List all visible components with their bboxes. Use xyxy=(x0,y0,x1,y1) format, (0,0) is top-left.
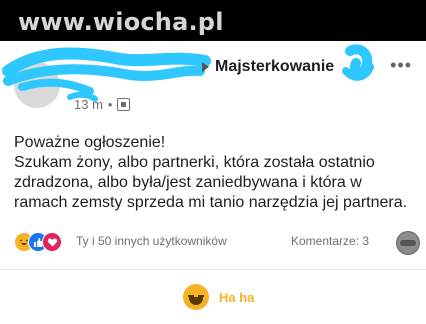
arrow-right-icon xyxy=(202,62,209,72)
haha-icon xyxy=(183,284,209,310)
commenter-avatar[interactable] xyxy=(396,231,420,255)
post-text-line: Szukam żony, albo partnerki, która zosta… xyxy=(14,154,375,171)
post-card: Majsterkowanie ••• 13 m • Poważne ogłosz… xyxy=(0,41,426,324)
reactions-summary-link[interactable]: Ty i 50 innych użytkowników xyxy=(76,234,227,248)
site-watermark: www.wiocha.pl xyxy=(18,8,224,36)
haha-label: Ha ha xyxy=(219,289,255,305)
redaction-scribble xyxy=(2,44,374,102)
meta-separator: • xyxy=(107,97,113,112)
haha-mouth xyxy=(189,297,203,305)
privacy-icon xyxy=(117,98,131,111)
haha-reaction-button[interactable]: Ha ha xyxy=(183,284,254,310)
more-options-button[interactable]: ••• xyxy=(390,55,412,76)
love-icon[interactable] xyxy=(42,232,62,252)
group-name-link[interactable]: Majsterkowanie xyxy=(215,58,334,76)
post-text-line: zdradzona, albo była/jest zaniedbywana i… xyxy=(14,174,362,191)
reactions-bar: Ty i 50 innych użytkowników Komentarze: … xyxy=(14,231,420,255)
post-time[interactable]: 13 m xyxy=(74,97,103,112)
post-header: Majsterkowanie ••• 13 m • xyxy=(0,41,426,121)
author-row: Majsterkowanie xyxy=(202,57,334,77)
post-body: Poważne ogłoszenie! Szukam żony, albo pa… xyxy=(14,133,414,213)
post-text-line: Poważne ogłoszenie! xyxy=(14,134,166,151)
post-text-line: ramach zemsty sprzeda mi tanio narzędzia… xyxy=(14,194,408,211)
post-meta: 13 m • xyxy=(74,97,131,112)
comments-count-link[interactable]: Komentarze: 3 xyxy=(291,234,369,248)
divider xyxy=(0,269,426,270)
